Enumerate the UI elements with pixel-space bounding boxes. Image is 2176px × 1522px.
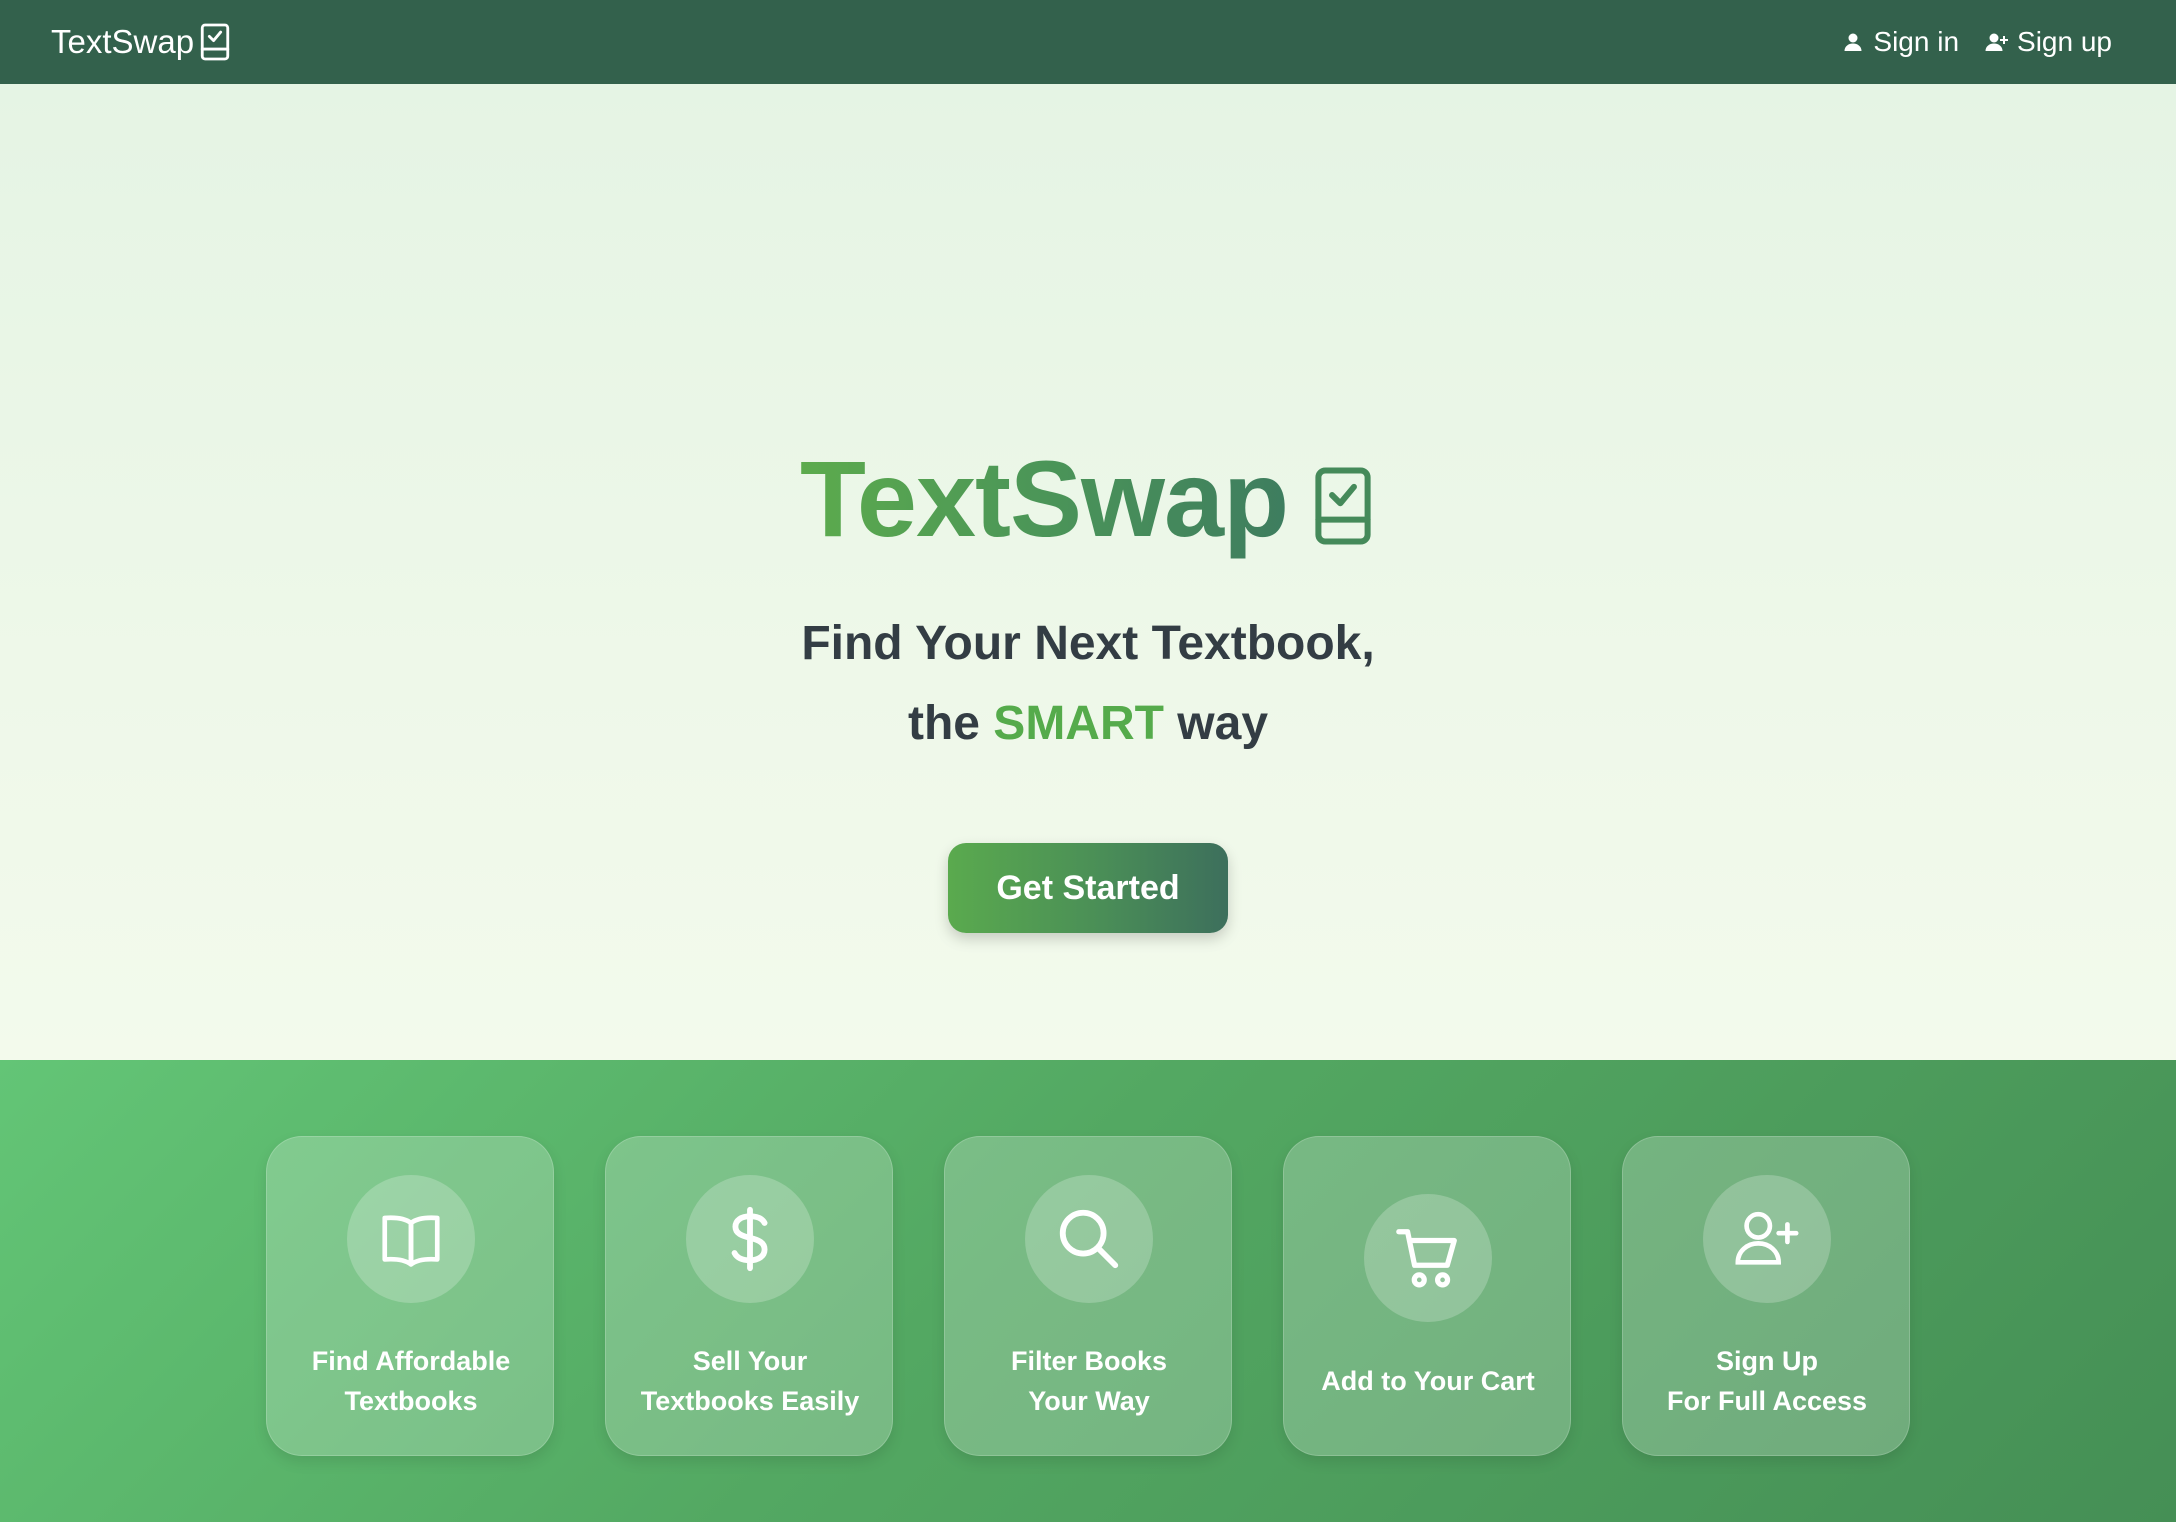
feature-label-line2: Textbooks Easily [640,1386,860,1416]
book-check-icon [1315,467,1371,545]
dollar-icon [731,1206,768,1272]
user-icon [1844,33,1862,51]
hero-title-text: TextSwap [800,434,1289,564]
feature-icon-circle [1703,1175,1831,1303]
feature-label: Sell Your Textbooks Easily [616,1341,884,1421]
feature-label-line2: Textbooks [344,1386,478,1416]
hero-section: TextSwap Find Your Next Textbook, the SM… [0,84,2176,1060]
feature-label-line1: Filter Books [1010,1346,1168,1376]
feature-label-line2: For Full Access [1666,1386,1868,1416]
feature-icon-circle [1364,1194,1492,1322]
feature-label: Filter Books Your Way [955,1341,1223,1421]
feature-label-line1: Sign Up [1716,1346,1818,1376]
user-plus-icon [1985,33,2009,51]
sign-up-link[interactable]: Sign up [1985,26,2112,58]
brand-logo-link[interactable]: TextSwap [51,22,232,62]
feature-icon-circle [347,1175,475,1303]
sign-in-label: Sign in [1873,26,1960,57]
feature-icon-circle [686,1175,814,1303]
feature-card-add-to-cart[interactable]: Add to Your Cart [1283,1136,1571,1456]
feature-label: Add to Your Cart [1294,1361,1562,1401]
feature-card-find-textbooks[interactable]: Find Affordable Textbooks [266,1136,554,1456]
feature-card-sell-textbooks[interactable]: Sell Your Textbooks Easily [605,1136,893,1456]
feature-label-line1: Find Affordable [311,1346,511,1376]
feature-label-line1: Sell Your [692,1346,808,1376]
feature-card-filter-books[interactable]: Filter Books Your Way [944,1136,1232,1456]
feature-icon-circle [1025,1175,1153,1303]
hero-subtitle-line2: the SMART way [0,696,2176,751]
hero-subtitle-line1: Find Your Next Textbook, [801,617,1375,670]
feature-label: Find Affordable Textbooks [277,1341,545,1421]
cart-icon [1396,1229,1457,1288]
sign-up-label: Sign up [2017,26,2112,57]
user-plus-icon [1735,1211,1799,1265]
open-book-icon [382,1215,440,1267]
get-started-button[interactable]: Get Started [948,843,1228,933]
subtitle-highlight: SMART [993,697,1164,750]
features-section: Find Affordable Textbooks Sell Your Text… [0,1060,2176,1522]
subtitle-post: way [1177,697,1269,750]
feature-label: Sign Up For Full Access [1633,1341,1901,1421]
top-navbar: TextSwap Sign in Sign up [0,0,2176,84]
hero-title: TextSwap [0,434,2176,564]
nav-links: Sign in Sign up [1841,26,2112,58]
search-icon [1059,1209,1119,1269]
brand-name: TextSwap [51,23,195,60]
feature-label-line2: Your Way [1028,1386,1150,1416]
sign-in-link[interactable]: Sign in [1841,26,1959,58]
subtitle-pre: the [907,697,980,750]
feature-label-line1: Add to Your Cart [1321,1366,1535,1396]
book-check-icon [200,23,230,61]
feature-card-sign-up[interactable]: Sign Up For Full Access [1622,1136,1910,1456]
